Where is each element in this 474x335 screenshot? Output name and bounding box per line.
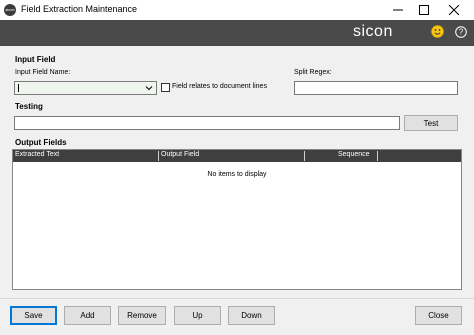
output-fields-section-title: Output Fields (15, 138, 67, 147)
split-regex-label: Split Regex: (294, 69, 332, 76)
app-icon: sicon (4, 4, 16, 16)
close-window-button[interactable] (440, 0, 468, 20)
text-caret (18, 84, 19, 92)
test-button[interactable]: Test (404, 115, 458, 131)
column-separator[interactable] (158, 151, 159, 161)
input-field-section-title: Input Field (15, 55, 56, 64)
empty-list-message: No items to display (207, 171, 267, 178)
footer-divider (0, 298, 474, 299)
test-input[interactable] (14, 116, 400, 130)
sicon-logo: sicon (353, 23, 393, 40)
column-header-sequence[interactable]: Sequence (338, 151, 370, 158)
input-field-name-combo[interactable] (14, 81, 157, 95)
remove-button[interactable]: Remove (118, 306, 166, 325)
down-button[interactable]: Down (228, 306, 275, 325)
maximize-icon (419, 5, 429, 15)
testing-section-title: Testing (15, 102, 43, 111)
brand-bar: sicon (0, 20, 474, 46)
column-separator[interactable] (304, 151, 305, 161)
input-field-name-label: Input Field Name: (15, 69, 71, 76)
column-separator[interactable] (377, 151, 378, 161)
minimize-icon (393, 9, 403, 11)
document-lines-checkbox[interactable] (161, 83, 170, 92)
split-regex-input[interactable] (294, 81, 458, 95)
column-header-extracted-text[interactable]: Extracted Text (15, 151, 59, 158)
output-fields-list[interactable]: Extracted Text Output Field Sequence No … (12, 149, 462, 290)
close-button[interactable]: Close (415, 306, 462, 325)
up-button[interactable]: Up (174, 306, 221, 325)
window-title: Field Extraction Maintenance (21, 4, 138, 14)
close-icon (449, 5, 459, 15)
svg-text:?: ? (459, 28, 464, 37)
add-button[interactable]: Add (64, 306, 111, 325)
minimize-button[interactable] (384, 0, 412, 20)
help-icon[interactable]: ? (455, 26, 467, 38)
document-lines-label[interactable]: Field relates to document lines (172, 83, 267, 90)
chevron-down-icon[interactable] (145, 84, 153, 92)
column-header-output-field[interactable]: Output Field (161, 151, 199, 158)
list-header: Extracted Text Output Field Sequence (13, 150, 461, 162)
maximize-button[interactable] (410, 0, 438, 20)
title-bar: sicon Field Extraction Maintenance (0, 0, 474, 20)
smiley-icon[interactable] (431, 25, 444, 38)
save-button[interactable]: Save (10, 306, 57, 325)
